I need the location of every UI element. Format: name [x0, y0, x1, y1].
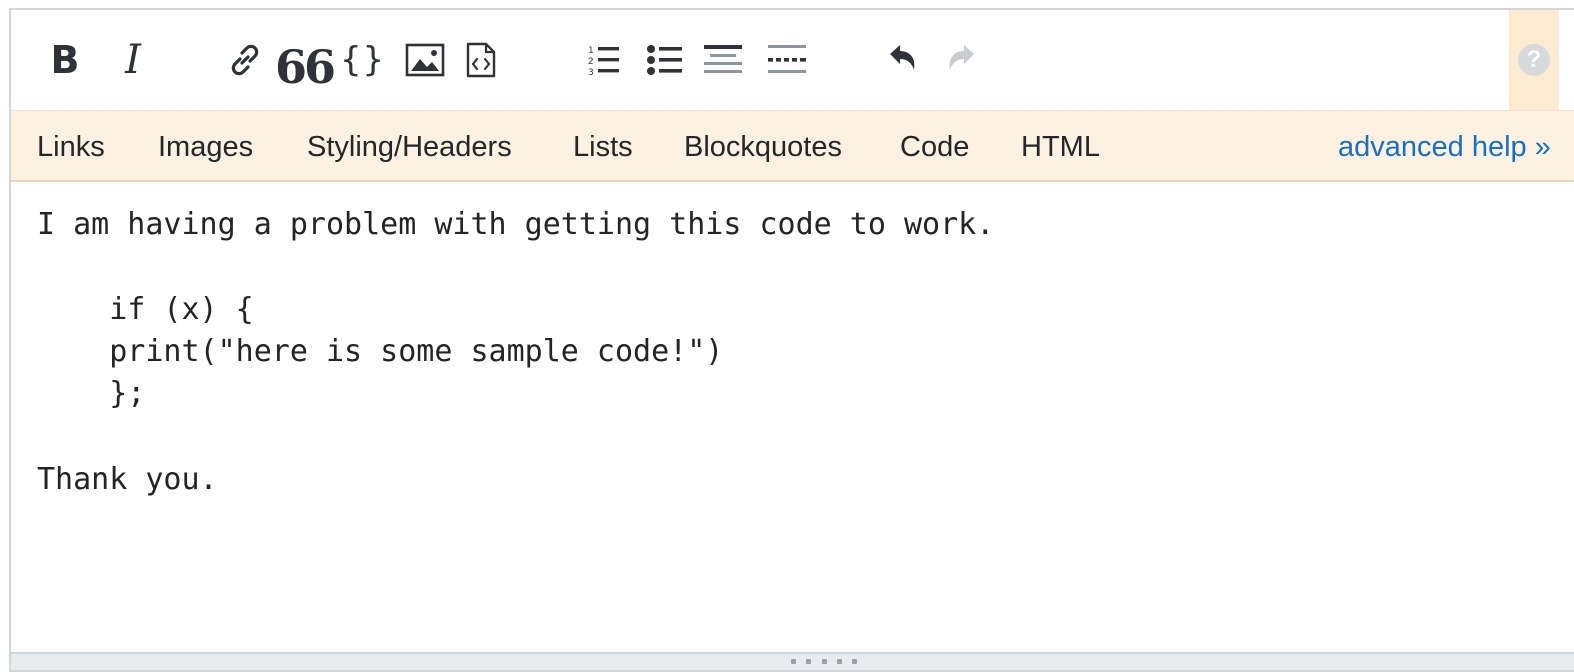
italic-icon: I [125, 37, 141, 83]
undo-button[interactable] [881, 40, 925, 80]
link-icon [231, 44, 259, 76]
editor-help-cell: ? [1509, 10, 1559, 110]
editor-line: }; [37, 376, 146, 411]
help-tab-styling-headers[interactable]: Styling/Headers [307, 131, 512, 164]
help-tab-links[interactable]: Links [37, 131, 105, 164]
undo-icon [890, 45, 915, 70]
code-button[interactable]: {} [341, 40, 385, 80]
image-button[interactable] [403, 40, 447, 80]
italic-button[interactable]: I [113, 40, 153, 80]
markdown-editor: B I 66 {} 1 2 3 ? Links Images Styling/H… [9, 8, 1574, 672]
help-tab-code[interactable]: Code [900, 131, 969, 164]
snippet-button[interactable] [461, 40, 501, 80]
heading-button[interactable] [699, 40, 747, 80]
ordered-list-button[interactable]: 1 2 3 [581, 40, 625, 80]
link-button[interactable] [223, 40, 267, 80]
resize-grip[interactable] [11, 652, 1574, 670]
svg-text:1: 1 [588, 46, 594, 56]
editor-toolbar: B I 66 {} 1 2 3 ? [11, 10, 1574, 110]
bold-icon: B [50, 38, 80, 82]
ordered-list-icon: 1 2 3 [588, 46, 619, 78]
bold-button[interactable]: B [45, 40, 85, 80]
blockquote-icon: 66 [275, 40, 336, 94]
help-tab-blockquotes[interactable]: Blockquotes [684, 131, 842, 164]
formatting-help-bar: Links Images Styling/Headers Lists Block… [11, 110, 1574, 182]
grip-dots-icon [791, 659, 857, 665]
help-icon[interactable]: ? [1518, 44, 1550, 76]
redo-button[interactable] [939, 40, 983, 80]
editor-line: print("here is some sample code!") [37, 334, 724, 369]
blockquote-button[interactable]: 66 [275, 40, 336, 90]
code-snippet-icon [466, 42, 496, 78]
editor-line: Thank you. [37, 462, 218, 497]
editor-line: if (x) { [37, 292, 254, 327]
horizontal-rule-button[interactable] [763, 40, 811, 80]
post-body-textarea[interactable]: I am having a problem with getting this … [11, 182, 1574, 654]
image-icon [405, 43, 445, 77]
help-tab-html[interactable]: HTML [1021, 131, 1100, 164]
bulleted-list-icon [647, 45, 682, 75]
svg-text:3: 3 [588, 68, 594, 78]
redo-icon [949, 45, 974, 70]
horizontal-rule-icon [768, 45, 806, 73]
help-tab-lists[interactable]: Lists [573, 131, 633, 164]
help-tab-images[interactable]: Images [158, 131, 253, 164]
heading-icon [704, 45, 742, 73]
advanced-help-link[interactable]: advanced help » [1338, 131, 1551, 164]
bulleted-list-button[interactable] [643, 40, 687, 80]
code-braces-icon: {} [340, 40, 386, 80]
editor-line: I am having a problem with getting this … [37, 207, 995, 242]
svg-text:2: 2 [588, 57, 594, 67]
